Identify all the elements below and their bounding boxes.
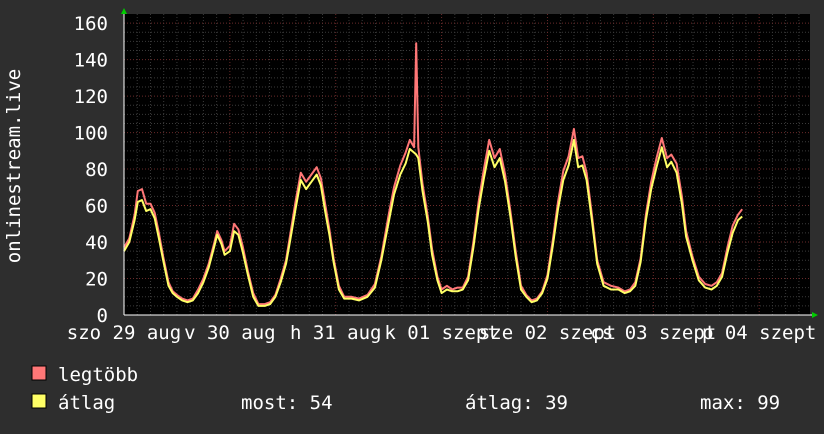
- stat-average: átlag: 39: [465, 392, 568, 414]
- x-tick-label: cs 03 szept: [590, 322, 716, 344]
- legend-swatch-avg: [31, 393, 47, 409]
- y-tick-label: 160: [74, 13, 108, 35]
- rrd-chart: 0 20 40 60 80 100 120 140 160 szo 29 aug v 30 aug…: [0, 0, 824, 430]
- y-axis: 020406080100120140160: [74, 13, 108, 327]
- y-axis-label: onlinestream.live: [3, 69, 25, 263]
- x-axis-arrow-icon: [812, 312, 818, 318]
- stat-max: max: 99: [700, 392, 780, 414]
- x-tick-label: p 04 szept: [702, 322, 816, 344]
- y-axis-arrow-icon: [121, 8, 127, 14]
- x-tick-label: szo 29 aug: [67, 322, 181, 344]
- y-tick-label: 100: [74, 123, 108, 145]
- chart-svg: 020406080100120140160 szo 29 aug v 30 aug…: [3, 8, 818, 414]
- y-tick-label: 120: [74, 86, 108, 108]
- y-tick-label: 20: [85, 269, 108, 291]
- x-axis: szo 29 aug v 30 aug h 31 aug k 01 szeptsze …: [67, 322, 817, 344]
- x-tick-label: v 30 aug: [184, 322, 276, 344]
- y-tick-label: 80: [85, 159, 108, 181]
- y-tick-label: 60: [85, 196, 108, 218]
- y-tick-label: 40: [85, 232, 108, 254]
- x-tick-label: h 31 aug: [290, 322, 382, 344]
- legend-swatch-max: [31, 365, 47, 381]
- y-tick-label: 140: [74, 50, 108, 72]
- legend-label-avg: átlag: [58, 392, 115, 414]
- stat-now: most: 54: [241, 392, 333, 414]
- legend-label-max: legtöbb: [58, 364, 138, 386]
